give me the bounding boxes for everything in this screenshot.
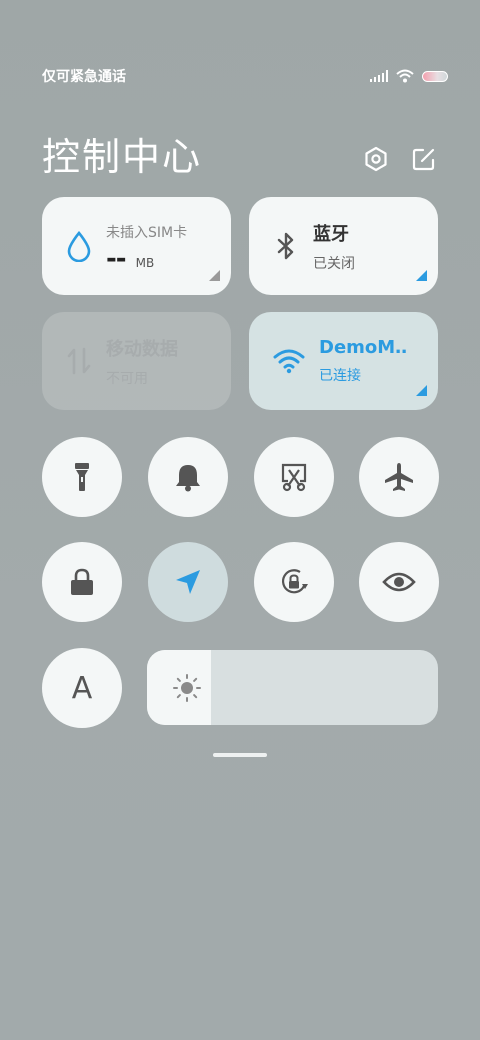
rotation-lock-icon: [281, 569, 308, 594]
mobile-data-tile[interactable]: 移动数据 不可用: [42, 312, 231, 410]
reading-mode-toggle[interactable]: [359, 542, 439, 622]
eye-icon: [382, 572, 416, 592]
bluetooth-status: 已关闭: [313, 255, 355, 272]
location-icon: [176, 570, 200, 594]
location-toggle[interactable]: [148, 542, 228, 622]
sun-icon: [173, 674, 201, 702]
wifi-tile[interactable]: DemoM‥ 已连接: [249, 312, 438, 410]
font-letter: A: [71, 670, 93, 706]
screenshot-toggle[interactable]: [254, 437, 334, 517]
rotation-lock-toggle[interactable]: [254, 542, 334, 622]
lock-icon: [71, 568, 93, 595]
flashlight-toggle[interactable]: [42, 437, 122, 517]
battery-icon: [422, 70, 448, 82]
bluetooth-label: 蓝牙: [313, 223, 349, 245]
mobile-data-label: 移动数据: [106, 338, 178, 360]
wifi-network-name: DemoM‥: [319, 337, 408, 358]
data-usage-unit: MB: [135, 256, 155, 270]
expand-corner-icon: [416, 270, 427, 281]
expand-corner-icon: [416, 385, 427, 396]
wifi-status: 已连接: [319, 368, 361, 384]
mobile-data-status: 不可用: [106, 370, 148, 387]
status-icons: [370, 69, 448, 83]
wifi-icon: [273, 346, 305, 376]
page-title: 控制中心: [42, 135, 203, 179]
settings-icon[interactable]: [362, 145, 390, 173]
font-size-toggle[interactable]: A: [42, 648, 122, 728]
water-drop-icon: [66, 230, 92, 262]
brightness-slider[interactable]: [147, 650, 438, 725]
screenshot-icon: [281, 463, 307, 492]
signal-icon: [370, 70, 388, 82]
bluetooth-tile[interactable]: 蓝牙 已关闭: [249, 197, 438, 295]
bluetooth-icon: [273, 231, 299, 261]
airplane-mode-toggle[interactable]: [359, 437, 439, 517]
flashlight-icon: [75, 463, 89, 491]
lock-screen-toggle[interactable]: [42, 542, 122, 622]
drag-handle[interactable]: [213, 753, 267, 757]
data-usage-value: --: [106, 244, 127, 274]
wifi-status-icon: [396, 69, 414, 83]
sim-data-tile[interactable]: 未插入SIM卡 -- MB: [42, 197, 231, 295]
airplane-icon: [385, 463, 413, 491]
sim-label: 未插入SIM卡: [106, 225, 188, 241]
data-transfer-icon: [66, 346, 92, 376]
edit-icon[interactable]: [410, 145, 438, 173]
ringer-toggle[interactable]: [148, 437, 228, 517]
bell-icon: [176, 465, 200, 492]
status-bar: 仅可紧急通话: [42, 66, 448, 86]
expand-corner-icon: [209, 270, 220, 281]
carrier-status: 仅可紧急通话: [42, 69, 126, 85]
